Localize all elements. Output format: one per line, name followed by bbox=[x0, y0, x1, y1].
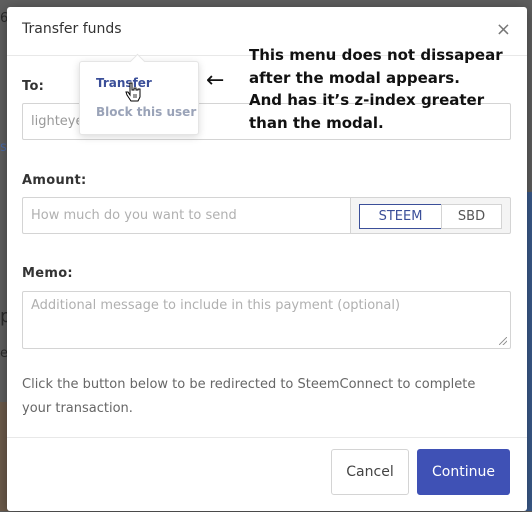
background-text-fragment: s bbox=[0, 140, 7, 155]
amount-input[interactable]: How much do you want to send bbox=[22, 197, 352, 234]
dropdown-item-block-user[interactable]: Block this user bbox=[96, 105, 196, 119]
modal-footer: Cancel Continue bbox=[7, 437, 527, 512]
cancel-button[interactable]: Cancel bbox=[331, 449, 409, 495]
amount-label: Amount: bbox=[22, 173, 87, 188]
hand-pointer-icon bbox=[125, 82, 141, 102]
redirect-info-text: Click the button below to be redirected … bbox=[22, 377, 476, 416]
annotation-line: This menu does not dissapear bbox=[249, 46, 503, 64]
currency-toggle: STEEM SBD bbox=[350, 197, 511, 234]
modal-title: Transfer funds bbox=[22, 21, 122, 37]
arrow-left-icon: ← bbox=[206, 68, 225, 93]
close-icon[interactable]: × bbox=[496, 21, 511, 39]
annotation-line: And has it’s z-index greater bbox=[249, 91, 485, 109]
continue-button[interactable]: Continue bbox=[417, 449, 510, 495]
resize-handle-icon[interactable] bbox=[499, 337, 507, 345]
memo-label: Memo: bbox=[22, 266, 73, 281]
annotation-line: than the modal. bbox=[249, 113, 384, 132]
annotation-line: after the modal appears. bbox=[249, 68, 460, 87]
currency-steem-button[interactable]: STEEM bbox=[359, 204, 442, 229]
memo-placeholder: Additional message to include in this pa… bbox=[31, 298, 401, 313]
currency-sbd-button[interactable]: SBD bbox=[441, 204, 502, 229]
to-label: To: bbox=[22, 79, 45, 94]
memo-textarea[interactable]: Additional message to include in this pa… bbox=[22, 291, 511, 349]
annotation-text: This menu does not dissapear after the m… bbox=[249, 44, 519, 134]
